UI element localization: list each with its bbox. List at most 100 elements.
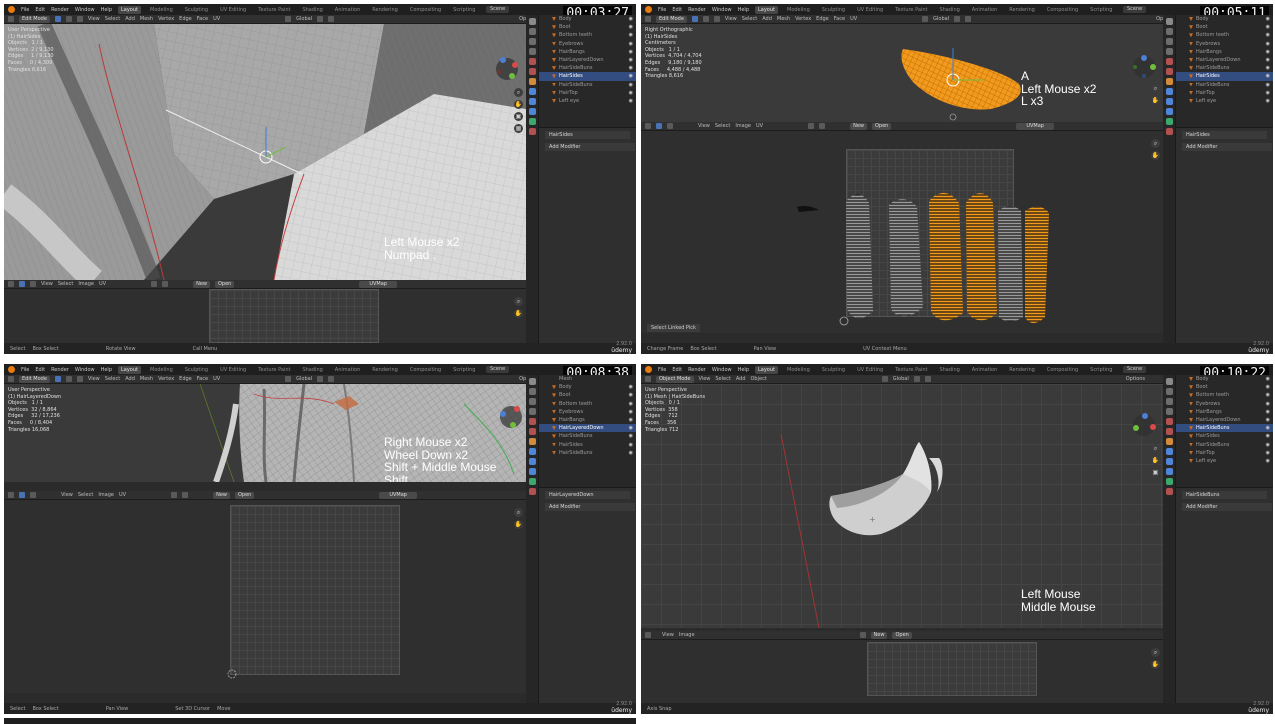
eye-icon[interactable]: ◉ <box>629 400 633 408</box>
menu-window[interactable]: Window <box>712 7 732 13</box>
world-tab-icon[interactable] <box>1165 68 1173 75</box>
eye-icon[interactable]: ◉ <box>629 391 633 399</box>
grid-view-icon[interactable]: ▦ <box>514 124 523 133</box>
menu-help[interactable]: Help <box>738 367 749 373</box>
tab-rendering[interactable]: Rendering <box>369 366 401 374</box>
render-tab-icon[interactable] <box>528 388 536 395</box>
snap-icon[interactable] <box>317 376 324 382</box>
data-tab-icon[interactable] <box>1165 118 1173 125</box>
navigation-gizmo[interactable] <box>498 404 524 430</box>
particles-tab-icon[interactable] <box>528 458 536 465</box>
eye-icon[interactable]: ◉ <box>1266 391 1270 399</box>
list-item[interactable]: Body ◉ <box>1176 15 1273 23</box>
eye-icon[interactable]: ◉ <box>629 15 633 23</box>
menu-edge[interactable]: Edge <box>179 16 192 22</box>
material-tab-icon[interactable] <box>1165 488 1173 495</box>
menu-edge[interactable]: Edge <box>179 376 192 382</box>
mode-dropdown[interactable]: Edit Mode <box>19 375 50 383</box>
list-item[interactable]: Body ◉ <box>539 15 636 23</box>
world-tab-icon[interactable] <box>528 428 536 435</box>
scene-tab-icon[interactable] <box>1165 418 1173 425</box>
tab-texture-paint[interactable]: Texture Paint <box>255 366 293 374</box>
tab-compositing[interactable]: Compositing <box>1044 6 1081 14</box>
tab-sculpting[interactable]: Sculpting <box>182 6 211 14</box>
menu-select[interactable]: Select <box>105 16 120 22</box>
list-item[interactable]: Eyebrows ◉ <box>539 40 636 48</box>
3d-viewport[interactable]: User Perspective (1) HairLayeredDown Obj… <box>4 384 526 482</box>
list-item[interactable]: HairSideBuns ◉ <box>1176 441 1273 449</box>
uv-menu-view[interactable]: View <box>698 123 710 129</box>
list-item[interactable]: HairBangs ◉ <box>539 48 636 56</box>
material-tab-icon[interactable] <box>1165 128 1173 135</box>
uv-menu-image[interactable]: Image <box>78 281 94 287</box>
object-tab-icon[interactable] <box>1165 78 1173 85</box>
menu-edit[interactable]: Edit <box>35 7 45 13</box>
eye-icon[interactable]: ◉ <box>629 97 633 105</box>
list-item[interactable]: HairSideBuns ◉ <box>539 432 636 440</box>
tab-scripting[interactable]: Scripting <box>1087 6 1115 14</box>
proportional-edit-icon[interactable] <box>328 16 335 22</box>
eye-icon[interactable]: ◉ <box>629 56 633 64</box>
mode-dropdown[interactable]: Edit Mode <box>656 15 687 23</box>
tab-shading[interactable]: Shading <box>936 6 962 14</box>
tab-layout[interactable]: Layout <box>755 365 778 374</box>
data-tab-icon[interactable] <box>528 118 536 125</box>
eye-icon[interactable]: ◉ <box>629 383 633 391</box>
physics-tab-icon[interactable] <box>1165 108 1173 115</box>
tab-rendering[interactable]: Rendering <box>1006 366 1038 374</box>
snap-icon[interactable] <box>317 16 324 22</box>
menu-face[interactable]: Face <box>197 376 208 382</box>
eye-icon[interactable]: ◉ <box>1266 441 1270 449</box>
uv-sync-icon[interactable] <box>30 492 36 498</box>
render-tab-icon[interactable] <box>1165 388 1173 395</box>
tab-scripting[interactable]: Scripting <box>450 6 478 14</box>
list-item[interactable]: Eyebrows ◉ <box>1176 400 1273 408</box>
uv-pan-icon[interactable]: ✋ <box>1151 151 1160 160</box>
edge-select-icon[interactable] <box>65 376 72 382</box>
zoom-icon[interactable]: ⌕ <box>1151 84 1160 93</box>
tab-layout[interactable]: Layout <box>118 5 141 14</box>
orientation-dropdown[interactable]: Global <box>296 16 312 22</box>
eye-icon[interactable]: ◉ <box>1266 432 1270 440</box>
tab-modeling[interactable]: Modeling <box>784 366 813 374</box>
eye-icon[interactable]: ◉ <box>629 64 633 72</box>
menu-view[interactable]: View <box>88 376 100 382</box>
edge-select-icon[interactable] <box>702 16 709 22</box>
tab-animation[interactable]: Animation <box>332 6 364 14</box>
menu-edit[interactable]: Edit <box>672 367 682 373</box>
eye-icon[interactable]: ◉ <box>1266 97 1270 105</box>
tab-layout[interactable]: Layout <box>118 365 141 374</box>
options-dropdown[interactable]: Options <box>519 16 526 22</box>
uv-pan-icon[interactable]: ✋ <box>514 309 523 318</box>
list-item[interactable]: HairSides ◉ <box>1176 432 1273 440</box>
tab-texture-paint[interactable]: Texture Paint <box>892 6 930 14</box>
uv-zoom-icon[interactable]: ⌕ <box>1151 139 1160 148</box>
eye-icon[interactable]: ◉ <box>1266 56 1270 64</box>
camera-view-icon[interactable]: ▣ <box>1151 468 1160 477</box>
material-tab-icon[interactable] <box>528 128 536 135</box>
menu-mesh[interactable]: Mesh <box>140 16 153 22</box>
transform-orientation-icon[interactable] <box>285 376 292 382</box>
list-item[interactable]: Left eye ◉ <box>539 97 636 105</box>
menu-file[interactable]: File <box>658 7 666 13</box>
pan-hand-icon[interactable]: ✋ <box>1151 96 1160 105</box>
tab-animation[interactable]: Animation <box>969 6 1001 14</box>
uv-select-mode-icon[interactable] <box>656 123 662 129</box>
menu-help[interactable]: Help <box>101 367 112 373</box>
options-dropdown[interactable]: Options <box>1156 16 1163 22</box>
zoom-icon[interactable]: ⌕ <box>514 88 523 97</box>
face-select-icon[interactable] <box>713 16 720 22</box>
uvmap-dropdown[interactable]: UVMap <box>1016 122 1054 130</box>
material-tab-icon[interactable] <box>528 488 536 495</box>
transform-orientation-icon[interactable] <box>285 16 292 22</box>
eye-icon[interactable]: ◉ <box>629 441 633 449</box>
uv-menu-uv[interactable]: UV <box>756 123 763 129</box>
menu-add[interactable]: Add <box>762 16 772 22</box>
view-layer-tab-icon[interactable] <box>1165 48 1173 55</box>
menu-window[interactable]: Window <box>75 7 95 13</box>
menu-help[interactable]: Help <box>738 7 749 13</box>
last-operator-panel[interactable]: Select Linked Pick <box>647 324 700 332</box>
menu-window[interactable]: Window <box>712 367 732 373</box>
image-browse-icon[interactable] <box>859 632 866 638</box>
blender-logo-icon[interactable] <box>645 366 652 373</box>
